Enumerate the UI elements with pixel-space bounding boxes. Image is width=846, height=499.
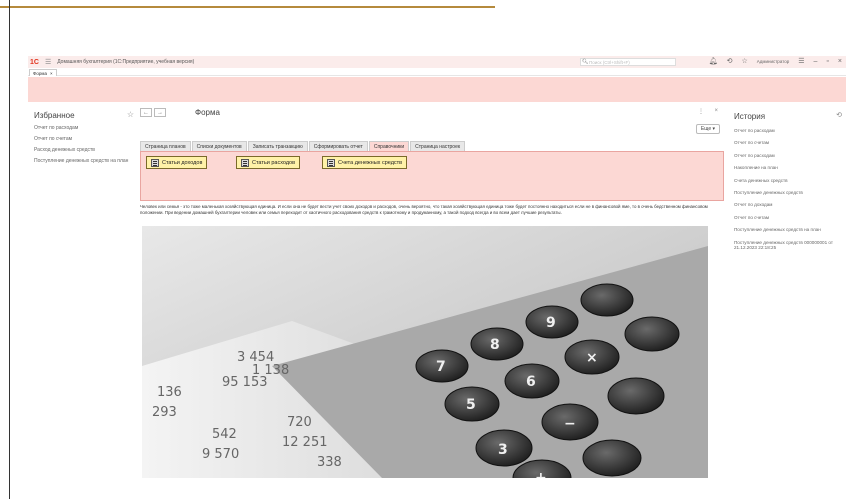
tab-settings[interactable]: Страница настроек <box>410 141 466 151</box>
app-logo: 1С <box>30 58 39 66</box>
close-icon[interactable]: × <box>838 58 842 65</box>
decorative-top-line <box>0 6 495 8</box>
catalog-icon <box>241 158 249 167</box>
favorites-item[interactable]: Поступление денежных средств на план <box>28 158 136 164</box>
svg-text:3: 3 <box>498 442 508 458</box>
tab-record-transaction[interactable]: Записать транзакцию <box>247 141 308 151</box>
photo-number: 338 <box>317 455 342 470</box>
history-item[interactable]: Поступление денежных средств на план <box>734 227 846 232</box>
form-tabs: Страница планов Списки документов Записа… <box>140 141 466 151</box>
photo-number: 9 570 <box>202 447 239 462</box>
svg-text:+: + <box>535 470 547 478</box>
svg-text:8: 8 <box>490 337 500 353</box>
history-item[interactable]: Поступление денежных средств <box>734 190 846 195</box>
close-form-icon[interactable]: × <box>714 108 718 114</box>
references-panel: Статьи доходов Статьи расходов Счета ден… <box>140 151 724 201</box>
close-icon[interactable]: × <box>50 71 53 76</box>
app-title: Домашняя бухгалтерия (1С:Предприятие, уч… <box>57 59 195 65</box>
button-label: Статьи расходов <box>252 159 296 166</box>
section-panel <box>28 77 846 102</box>
more-actions-icon[interactable]: ⋮ <box>698 108 704 115</box>
menu-icon[interactable]: ☰ <box>45 58 51 66</box>
search-placeholder: Поиск (Ctrl+Shift+F) <box>589 59 630 65</box>
history-panel: История ⟲ Отчет по расходам Отчет по сче… <box>734 106 846 250</box>
more-button[interactable]: Еще ▾ <box>695 124 720 134</box>
income-items-button[interactable]: Статьи доходов <box>146 156 208 169</box>
photo-number: 293 <box>152 405 177 420</box>
search-input[interactable]: 🔍︎ Поиск (Ctrl+Shift+F) <box>580 58 676 66</box>
svg-text:7: 7 <box>436 359 446 375</box>
button-label: Счета денежных средств <box>338 159 403 166</box>
app-window: 1С ☰ Домашняя бухгалтерия (1С:Предприяти… <box>28 56 846 490</box>
search-icon: 🔍︎ <box>582 59 589 65</box>
title-bar-icons: 🔔︎ ⟲ ☆ Администратор ☰ – ▫ × <box>709 57 842 66</box>
photo-number: 12 251 <box>282 435 328 450</box>
photo-number: 136 <box>157 385 182 400</box>
description-text: Человек или семья - это тоже маленькая х… <box>140 204 708 215</box>
favorites-item[interactable]: Отчет по счетам <box>28 136 136 142</box>
history-item[interactable]: Поступление денежных средств 000000001 о… <box>734 240 846 251</box>
open-tab-forma[interactable]: Форма × <box>29 69 57 76</box>
svg-text:−: − <box>564 416 576 432</box>
svg-text:6: 6 <box>526 374 536 390</box>
form-title: Форма <box>195 108 220 117</box>
favorites-title: Избранное <box>34 111 75 120</box>
history-icon[interactable]: ⟲ <box>727 57 733 65</box>
history-item[interactable]: Отчет по доходам <box>734 202 846 207</box>
photo-number: 1 138 <box>252 363 289 378</box>
history-item[interactable]: Отчет по счетам <box>734 215 846 220</box>
catalog-icon <box>151 158 159 167</box>
settings-icon[interactable]: ☰ <box>798 57 804 65</box>
photo-number: 542 <box>212 427 237 442</box>
history-item[interactable]: Отчет по расходам <box>734 153 846 158</box>
calculator-photo: 7 8 9 5 6 × 3 − + 136 293 95 153 3 454 1… <box>142 226 708 478</box>
favorites-item[interactable]: Расход денежных средств <box>28 147 136 153</box>
photo-number: 720 <box>287 415 312 430</box>
tab-references[interactable]: Справочники <box>368 141 410 151</box>
calculator-image: 7 8 9 5 6 × 3 − + 136 293 95 153 3 454 1… <box>142 226 708 478</box>
maximize-icon[interactable]: ▫ <box>826 58 828 65</box>
button-label: Статьи доходов <box>162 159 203 166</box>
decorative-left-line <box>9 0 10 499</box>
history-item[interactable]: Счета денежных средств <box>734 178 846 183</box>
expense-items-button[interactable]: Статьи расходов <box>236 156 301 169</box>
money-accounts-button[interactable]: Счета денежных средств <box>322 156 408 169</box>
catalog-icon <box>327 158 335 167</box>
history-title: История <box>734 112 766 121</box>
history-item[interactable]: Отчет по счетам <box>734 140 846 145</box>
tab-generate-report[interactable]: Сформировать отчет <box>308 141 368 151</box>
forward-button[interactable]: → <box>154 108 166 117</box>
title-bar: 1С ☰ Домашняя бухгалтерия (1С:Предприяти… <box>28 56 846 68</box>
star-icon[interactable]: ☆ <box>127 110 134 119</box>
history-item[interactable]: Накопление на план <box>734 165 846 170</box>
svg-text:9: 9 <box>546 315 556 331</box>
back-button[interactable]: ← <box>140 108 152 117</box>
history-icon[interactable]: ⟲ <box>836 111 842 119</box>
bell-icon[interactable]: 🔔︎ <box>709 57 718 65</box>
svg-text:5: 5 <box>466 397 476 413</box>
minimize-icon[interactable]: – <box>814 58 818 65</box>
svg-text:×: × <box>586 350 598 366</box>
star-icon[interactable]: ☆ <box>741 57 747 65</box>
tab-document-lists[interactable]: Списки документов <box>191 141 247 151</box>
favorites-panel: Избранное ☆ Отчет по расходам Отчет по с… <box>28 106 136 164</box>
favorites-item[interactable]: Отчет по расходам <box>28 125 136 131</box>
slide-page: 1С ☰ Домашняя бухгалтерия (1С:Предприяти… <box>0 0 846 499</box>
open-tab-label: Форма <box>33 70 48 76</box>
user-name[interactable]: Администратор <box>757 59 789 64</box>
tab-plans[interactable]: Страница планов <box>140 141 191 151</box>
history-item[interactable]: Отчет по расходам <box>734 128 846 133</box>
form-area: ← → Форма ⋮ × Еще ▾ Страница планов Спис… <box>140 108 724 490</box>
open-tabs-strip: Форма × <box>28 68 846 76</box>
